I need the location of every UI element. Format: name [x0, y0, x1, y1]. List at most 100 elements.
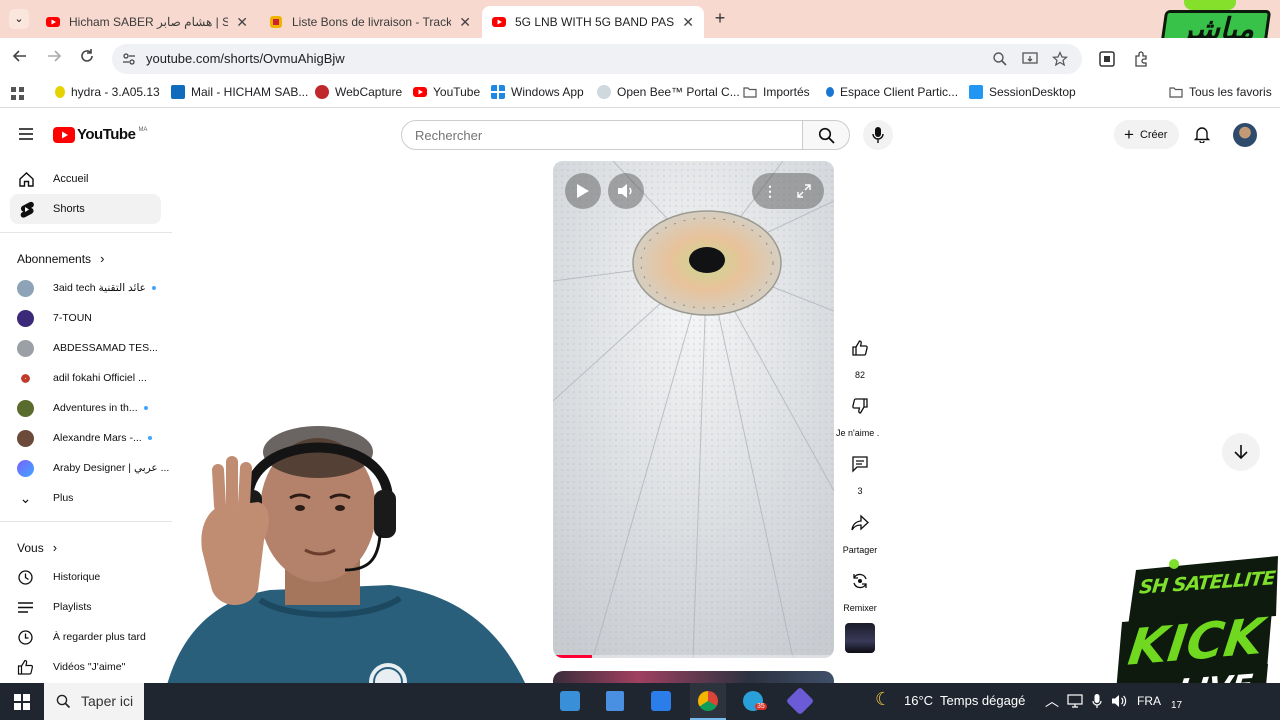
thumbs-down-icon — [852, 398, 868, 414]
share-button[interactable] — [842, 505, 878, 541]
taskbar-app-chrome[interactable] — [690, 683, 726, 720]
subscription-item[interactable]: ABDESSAMAD TES... — [17, 336, 167, 360]
chevron-right-icon: › — [52, 540, 58, 555]
address-bar[interactable]: youtube.com/shorts/OvmuAhigBjw — [112, 44, 1082, 74]
watch-later-icon — [18, 629, 33, 645]
next-short-preview[interactable] — [553, 671, 834, 683]
bookmark-webcapture[interactable]: WebCapture — [315, 85, 402, 99]
home-icon — [17, 170, 35, 188]
search-button[interactable] — [802, 120, 850, 150]
extensions-puzzle-icon[interactable] — [1133, 51, 1149, 67]
microphone-icon — [872, 127, 884, 143]
speaker-icon[interactable] — [1111, 694, 1127, 708]
reload-button[interactable] — [76, 48, 98, 70]
bookmarks-bar: hydra - 3.A05.13 Mail - HICHAM SAB... We… — [0, 80, 1280, 108]
microphone-icon[interactable] — [1092, 693, 1102, 709]
subscription-item[interactable]: 3aid tech عائد التقنية — [17, 276, 167, 300]
like-button[interactable] — [842, 330, 878, 366]
network-icon[interactable] — [1067, 694, 1083, 708]
bookmark-windows-app[interactable]: Windows App — [491, 85, 584, 99]
bookmark-hydra[interactable]: hydra - 3.A05.13 — [55, 85, 160, 99]
create-label: Créer — [1139, 128, 1168, 141]
share-label: Partager — [842, 545, 878, 555]
bookmark-sessiondesktop[interactable]: SessionDesktop — [969, 85, 1076, 99]
bookmark-all-favorites[interactable]: Tous les favoris — [1169, 85, 1272, 99]
dislike-action: Je n'aime . — [836, 388, 879, 438]
weather-text[interactable]: 16°C Temps dégagé — [904, 693, 1025, 708]
windows-start-icon[interactable] — [14, 694, 30, 710]
espace-client-icon — [826, 87, 834, 97]
comments-button[interactable] — [842, 446, 878, 482]
taskbar-app-explorer[interactable] — [560, 691, 580, 711]
site-info-icon[interactable] — [122, 52, 136, 66]
bookmark-importes[interactable]: Importés — [743, 85, 810, 99]
subscriptions-title[interactable]: Abonnements › — [17, 251, 104, 266]
you-section-title[interactable]: Vous › — [17, 540, 57, 555]
channel-avatar — [17, 399, 34, 417]
arrow-right-icon — [48, 50, 62, 62]
chevron-down-icon: ⌄ — [19, 489, 32, 506]
subscription-item[interactable]: 7-TOUN — [17, 306, 167, 330]
tab-1[interactable]: Liste Bons de livraison - TrackyC ✕ — [259, 6, 481, 38]
new-tab-button[interactable]: + — [711, 9, 729, 27]
taskbar-search[interactable]: Taper ici — [44, 683, 144, 720]
dislike-button[interactable] — [842, 388, 878, 424]
url-text: youtube.com/shorts/OvmuAhigBjw — [146, 51, 345, 66]
tab-title: Liste Bons de livraison - TrackyC — [292, 15, 452, 29]
tab-0[interactable]: Hicham SABER هشام صابر | Star ✕ — [36, 6, 258, 38]
search-box — [401, 120, 803, 150]
star-icon[interactable] — [1052, 51, 1068, 67]
user-avatar[interactable] — [1233, 123, 1257, 147]
remix-label: Remixer — [843, 603, 877, 613]
progress-bar[interactable] — [553, 655, 834, 658]
volume-button[interactable] — [608, 173, 644, 209]
back-button[interactable] — [9, 48, 31, 70]
tab-2-active[interactable]: 5G LNB WITH 5G BAND PASS F ✕ — [482, 6, 704, 38]
taskbar-app-purple[interactable] — [785, 686, 815, 716]
forward-button[interactable] — [43, 48, 65, 70]
play-button[interactable] — [565, 173, 601, 209]
notifications-bell-icon[interactable] — [1194, 125, 1210, 143]
extension-frame-icon[interactable] — [1099, 51, 1115, 67]
install-app-icon[interactable] — [1022, 51, 1038, 67]
more-vert-icon[interactable]: ⋮ — [762, 180, 778, 202]
bookmark-openbee[interactable]: Open Bee™ Portal C... — [597, 85, 740, 99]
new-content-dot — [151, 286, 156, 290]
youtube-logo[interactable]: YouTube MA — [53, 126, 147, 143]
voice-search-button[interactable] — [863, 120, 893, 150]
chevron-up-icon[interactable]: ︿ — [1045, 691, 1059, 711]
bookmark-youtube[interactable]: YouTube — [413, 85, 480, 99]
create-button[interactable]: + Créer — [1114, 120, 1179, 149]
clock-partial[interactable]: 17 — [1171, 700, 1182, 711]
taskbar-app-calculator[interactable] — [606, 691, 624, 711]
fullscreen-icon[interactable] — [797, 184, 811, 198]
taskbar-app-store[interactable] — [651, 691, 671, 711]
search-input[interactable] — [402, 121, 802, 149]
bookmark-mail[interactable]: Mail - HICHAM SAB... — [171, 85, 308, 99]
history-icon — [18, 569, 33, 585]
sidebar-item-home[interactable]: Accueil — [10, 164, 161, 194]
folder-icon — [1169, 87, 1183, 98]
tab-search-button[interactable]: ⌄ — [9, 9, 29, 29]
bookmark-espace-client[interactable]: Espace Client Partic... — [826, 85, 958, 99]
dislike-label: Je n'aime . — [836, 428, 880, 438]
sidebar-item-shorts[interactable]: Shorts — [10, 194, 161, 224]
hamburger-menu-icon[interactable] — [18, 127, 34, 141]
sidebar-item-label: Accueil — [53, 173, 89, 185]
language-indicator[interactable]: FRA — [1137, 694, 1161, 708]
zoom-icon[interactable] — [992, 51, 1008, 67]
shorts-video-player[interactable]: ⋮ — [553, 161, 834, 658]
thumbs-up-icon — [852, 340, 868, 356]
next-short-button[interactable] — [1222, 433, 1260, 471]
remix-button[interactable] — [842, 563, 878, 599]
share-action: Partager — [842, 505, 878, 555]
close-icon[interactable]: ✕ — [236, 14, 248, 31]
sound-thumbnail[interactable] — [845, 623, 875, 653]
webcam-overlay — [140, 410, 560, 720]
close-icon[interactable]: ✕ — [459, 14, 471, 31]
apps-grid-icon[interactable] — [11, 87, 25, 101]
windows-app-icon — [491, 85, 505, 99]
youtube-logo-text: YouTube — [77, 126, 136, 143]
close-icon[interactable]: ✕ — [682, 14, 694, 31]
subscription-item[interactable]: adil fokahi Officiel ... — [17, 366, 167, 390]
